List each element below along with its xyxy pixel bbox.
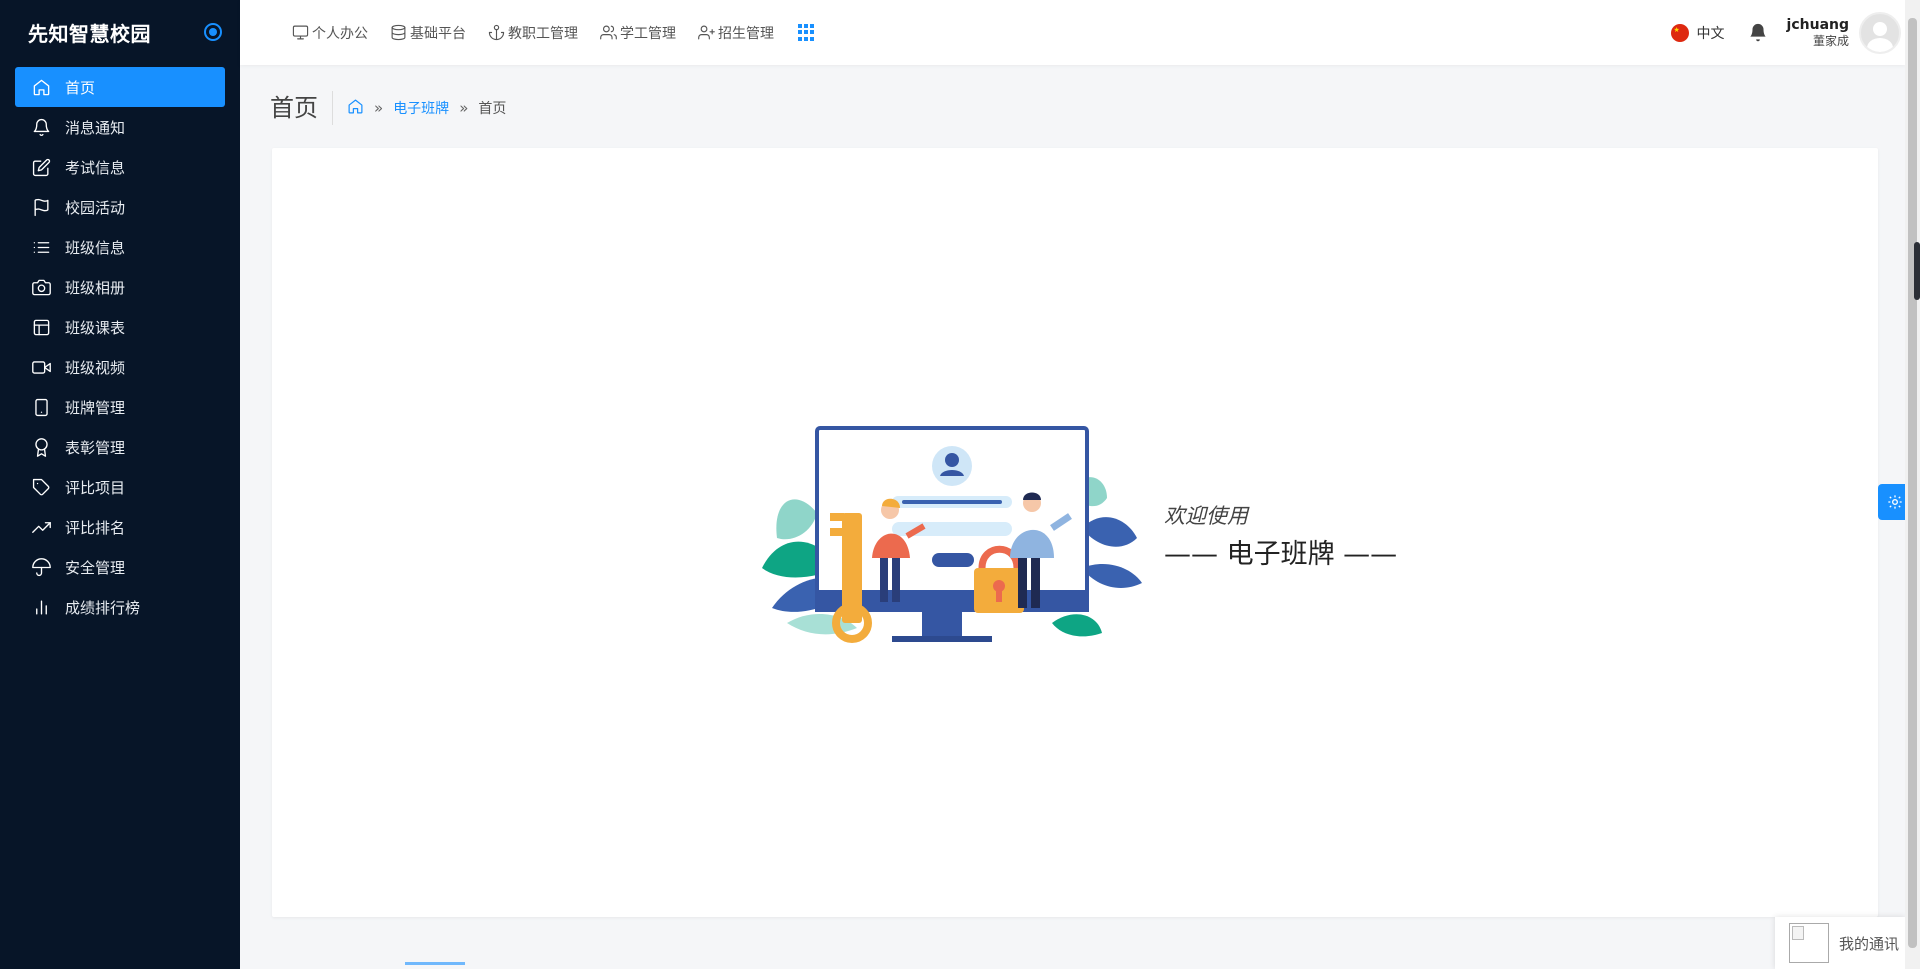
china-flag-icon [1670, 23, 1689, 42]
sidebar-item-notifications[interactable]: 消息通知 [15, 107, 225, 147]
sidebar-item-label: 消息通知 [65, 118, 126, 137]
scrollbar-marker [1914, 242, 1920, 300]
notification-bell-icon[interactable] [1747, 22, 1769, 44]
sidebar-item-label: 班级视频 [65, 358, 126, 377]
gear-icon [1888, 495, 1902, 509]
sidebar-item-label: 成绩排行榜 [65, 598, 141, 617]
trending-up-icon [31, 517, 51, 537]
language-label: 中文 [1696, 25, 1725, 42]
breadcrumb-separator: » [459, 99, 469, 117]
sidebar-item-label: 安全管理 [65, 558, 126, 577]
page-title: 首页 [270, 91, 333, 125]
top-nav: 个人办公 基础平台 教职工管理 学工管理 招生管理 [292, 0, 815, 65]
page-scrollbar[interactable] [1905, 0, 1920, 969]
topnav-base-platform[interactable]: 基础平台 [390, 23, 466, 43]
user-info[interactable]: jchuang 董家成 [1787, 17, 1849, 49]
sidebar-item-label: 评比排名 [65, 518, 126, 537]
sidebar-item-label: 班级信息 [65, 238, 126, 257]
language-switcher[interactable]: 中文 [1670, 23, 1725, 43]
avatar[interactable] [1859, 11, 1901, 54]
topnav-admissions[interactable]: 招生管理 [698, 23, 774, 43]
sidebar-item-timetable[interactable]: 班级课表 [15, 307, 225, 347]
welcome-line-1: 欢迎使用 [1164, 504, 1248, 528]
sidebar-item-label: 班级课表 [65, 318, 126, 337]
topnav-label: 招生管理 [718, 25, 774, 42]
home-icon [31, 77, 51, 97]
top-right-tools: 中文 jchuang 董家成 [1670, 0, 1905, 65]
topnav-label: 基础平台 [410, 25, 466, 42]
sidebar-menu: 首页 消息通知 考试信息 校园活动 班级信息 班级相册 班级课表 班级视频 班牌… [0, 64, 240, 627]
sidebar-item-safety[interactable]: 安全管理 [15, 547, 225, 587]
main-card: 欢迎使用 —— 电子班牌 —— [272, 148, 1878, 917]
camera-icon [31, 277, 51, 297]
topnav-label: 教职工管理 [508, 25, 578, 42]
user-real-name: 董家成 [1812, 33, 1849, 48]
scrollbar-thumb[interactable] [1908, 18, 1917, 948]
tablet-icon [31, 397, 51, 417]
sidebar-item-class-video[interactable]: 班级视频 [15, 347, 225, 387]
layout-icon [31, 317, 51, 337]
sidebar-item-board-management[interactable]: 班牌管理 [15, 387, 225, 427]
anchor-icon [488, 24, 505, 41]
welcome-illustration [762, 426, 1142, 643]
sidebar-item-exams[interactable]: 考试信息 [15, 147, 225, 187]
breadcrumb-home-icon[interactable] [347, 98, 364, 119]
list-icon [31, 237, 51, 257]
award-icon [31, 437, 51, 457]
breadcrumb: » 电子班牌 » 首页 [333, 98, 506, 119]
topnav-label: 学工管理 [620, 25, 676, 42]
sidebar-item-home[interactable]: 首页 [15, 67, 225, 107]
sidebar-item-class-info[interactable]: 班级信息 [15, 227, 225, 267]
sidebar-toggle-icon[interactable] [204, 23, 222, 41]
user-plus-icon [698, 25, 715, 40]
breadcrumb-separator: » [374, 99, 384, 117]
messenger-label: 我的通讯 [1839, 934, 1900, 953]
flag-icon [31, 197, 51, 217]
edit-icon [31, 157, 51, 177]
sidebar-item-class-album[interactable]: 班级相册 [15, 267, 225, 307]
page-header: 首页 » 电子班牌 » 首页 [270, 86, 506, 130]
sidebar-item-commendation[interactable]: 表彰管理 [15, 427, 225, 467]
sidebar-item-evaluation-ranking[interactable]: 评比排名 [15, 507, 225, 547]
sidebar-item-label: 班级相册 [65, 278, 126, 297]
sidebar-item-label: 表彰管理 [65, 438, 126, 457]
sidebar-item-label: 首页 [65, 78, 96, 97]
bar-chart-icon [31, 597, 51, 617]
brand-header: 先知智慧校园 [0, 0, 240, 64]
sidebar: 先知智慧校园 首页 消息通知 考试信息 校园活动 班级信息 班级相册 班级课表 … [0, 0, 240, 969]
database-icon [391, 24, 406, 41]
broken-image-icon [1789, 923, 1829, 963]
messenger-widget[interactable]: 我的通讯 [1775, 917, 1905, 969]
sidebar-item-evaluation-items[interactable]: 评比项目 [15, 467, 225, 507]
users-icon [600, 25, 617, 40]
breadcrumb-link[interactable]: 电子班牌 [393, 98, 449, 118]
topnav-label: 个人办公 [312, 25, 368, 42]
topnav-student-affairs[interactable]: 学工管理 [600, 23, 676, 43]
topnav-personal-office[interactable]: 个人办公 [292, 23, 368, 43]
sidebar-item-label: 校园活动 [65, 198, 126, 217]
apps-grid-icon[interactable] [798, 24, 815, 41]
topnav-staff-management[interactable]: 教职工管理 [488, 23, 578, 43]
breadcrumb-current: 首页 [478, 101, 507, 117]
monitor-icon [292, 25, 309, 40]
sidebar-item-label: 评比项目 [65, 478, 126, 497]
bell-icon [31, 117, 51, 137]
app-title: 先知智慧校园 [28, 21, 151, 46]
umbrella-icon [31, 557, 51, 577]
sidebar-item-activities[interactable]: 校园活动 [15, 187, 225, 227]
tag-icon [31, 477, 51, 497]
user-name: jchuang [1786, 16, 1849, 33]
sidebar-item-score-ranking[interactable]: 成绩排行榜 [15, 587, 225, 627]
welcome-line-2: —— 电子班牌 —— [1164, 539, 1398, 570]
bottom-link-hint [405, 962, 465, 965]
sidebar-item-label: 班牌管理 [65, 398, 126, 417]
sidebar-item-label: 考试信息 [65, 158, 126, 177]
top-bar: 个人办公 基础平台 教职工管理 学工管理 招生管理 中文 jchuang [240, 0, 1905, 65]
video-icon [31, 357, 51, 377]
welcome-text: 欢迎使用 —— 电子班牌 —— [1164, 500, 1397, 571]
